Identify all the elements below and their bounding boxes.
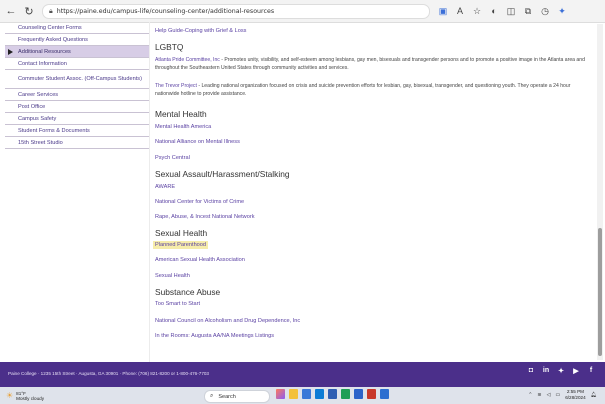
system-tray: ⌃ ≋ ◁ ▭ 2:55 PM 6/28/2024 🔔︎ [528,389,597,400]
trevor-link[interactable]: The Trevor Project [155,83,197,89]
atlanta-pride-text: - Promotes unity, visibility, and self-e… [155,57,585,71]
atlanta-pride-paragraph: Atlanta Pride Committee, Inc - Promotes … [155,56,593,72]
browser-toolbar: ← ↻ 🔒︎ https://paine.edu/campus-life/cou… [0,0,605,23]
weather-desc: Mostly cloudy [16,395,44,401]
clock[interactable]: 2:55 PM 6/28/2024 [565,389,585,400]
weather-widget[interactable]: ☀ 81°F Mostly cloudy [6,391,44,401]
word-icon[interactable] [354,389,363,399]
nami-link[interactable]: National Alliance on Mental Illness [155,139,240,145]
linkedin-icon[interactable]: in [542,367,550,375]
toolbar-icons: ▣ A ☆ ◐ ◫ ⧉ ◷ ✦ [438,6,567,17]
outlook-icon[interactable] [380,389,389,399]
trevor-paragraph: The Trevor Project - Leading national or… [155,82,593,98]
sidebar-item-post-office[interactable]: Post Office [5,101,149,113]
clock-time: 2:55 PM [566,389,584,394]
page-scrollbar-thumb[interactable] [598,228,602,356]
lock-icon: 🔒︎ [49,6,53,15]
url-text: https://paine.edu/campus-life/counseling… [56,7,275,15]
sidebar-item-campus-safety[interactable]: Campus Safety [5,113,149,125]
copilot-app-icon[interactable] [276,389,285,399]
file-explorer-icon[interactable] [289,389,298,399]
sexual-health-heading: Sexual Health [155,228,208,238]
reading-icon[interactable]: ◐ [489,6,499,17]
back-icon[interactable]: ← [4,5,18,17]
victims-of-crime-link[interactable]: National Center for Victims of Crime [155,199,244,205]
zoom-icon[interactable]: A [455,6,465,17]
refresh-icon[interactable]: ↻ [22,5,36,18]
sexual-health-link[interactable]: Sexual Health [155,273,190,279]
search-icon: ⌕ [210,393,214,399]
sidebar-item-15th-street-studio[interactable]: 15th Street Studio [5,137,149,149]
wifi-icon[interactable]: ≋ [537,392,541,398]
edge-icon[interactable] [315,389,324,399]
taskbar-apps [276,389,389,399]
sidebar-item-additional-resources[interactable]: Additional Resources [5,46,149,58]
substance-abuse-heading: Substance Abuse [155,287,221,297]
sidebar-item-commuter-students[interactable]: Commuter Student Assoc. (Off-Campus Stud… [5,70,149,89]
weather-icon: ☀ [6,391,14,400]
site-footer: Paine College · 1235 15th Street · Augus… [0,362,605,387]
history-icon[interactable]: ◷ [540,6,550,17]
rainn-link[interactable]: Rape, Abuse, & Incest National Network [155,214,255,220]
mental-health-heading: Mental Health [155,109,207,119]
sidebar-item-career-services[interactable]: Career Services [5,89,149,101]
instagram-icon[interactable]: ◘ [527,367,535,375]
ashа-link[interactable]: American Sexual Health Association [155,257,245,263]
store-icon[interactable] [328,389,337,399]
youtube-icon[interactable]: ▶ [572,367,580,375]
psych-central-link[interactable]: Psych Central [155,155,190,161]
sidebar-item-counseling-forms[interactable]: Counseling Center Forms [5,22,149,34]
powerpoint-icon[interactable] [367,389,376,399]
copilot-icon[interactable]: ✦ [557,6,567,17]
twitter-icon[interactable]: ✦ [557,367,565,375]
sidebar-nav: Counseling Center Forms Frequently Asked… [5,22,149,149]
in-the-rooms-link[interactable]: In the Rooms: Augusta AA/NA Meetings Lis… [155,333,274,339]
extensions-icon[interactable]: ▣ [438,6,448,17]
clock-date: 6/28/2024 [565,394,586,400]
grief-link[interactable]: Help Guide-Coping with Grief & Loss [155,28,246,34]
address-bar[interactable]: 🔒︎ https://paine.edu/campus-life/counsel… [42,3,430,19]
atlanta-pride-link[interactable]: Atlanta Pride Committee, Inc [155,57,220,63]
battery-icon[interactable]: ▭ [555,392,560,398]
mental-health-america-link[interactable]: Mental Health America [155,124,211,130]
sidebar-divider [149,22,150,362]
volume-icon[interactable]: ◁ [547,392,551,398]
sidebar-item-contact-information[interactable]: Contact Information [5,58,149,70]
excel-icon[interactable] [341,389,350,399]
footer-address: Paine College · 1235 15th Street · Augus… [8,371,209,376]
split-icon[interactable]: ◫ [506,6,516,17]
social-links: ◘ in ✦ ▶ f [527,367,595,375]
aware-link[interactable]: AWARE [155,184,175,190]
chevron-up-icon[interactable]: ⌃ [528,392,532,398]
mail-icon[interactable] [302,389,311,399]
facebook-icon[interactable]: f [587,367,595,375]
too-smart-to-start-link[interactable]: Too Smart to Start [155,301,200,307]
trevor-text: - Leading national organization focused … [155,83,571,97]
planned-parenthood-link[interactable]: Planned Parenthood [153,241,209,249]
notification-icon[interactable]: 🔔︎ [591,392,597,398]
sidebar-item-student-forms[interactable]: Student Forms & Documents [5,125,149,137]
favorite-icon[interactable]: ☆ [472,6,482,17]
ncadd-link[interactable]: National Council on Alcoholism and Drug … [155,318,300,324]
collections-icon[interactable]: ⧉ [523,6,533,17]
taskbar-search-label: Search [218,393,236,400]
lgbtq-heading: LGBTQ [155,42,184,52]
sidebar-item-faq[interactable]: Frequently Asked Questions [5,34,149,46]
sexual-assault-heading: Sexual Assault/Harassment/Stalking [155,169,290,179]
taskbar-search[interactable]: ⌕ Search [204,390,270,403]
